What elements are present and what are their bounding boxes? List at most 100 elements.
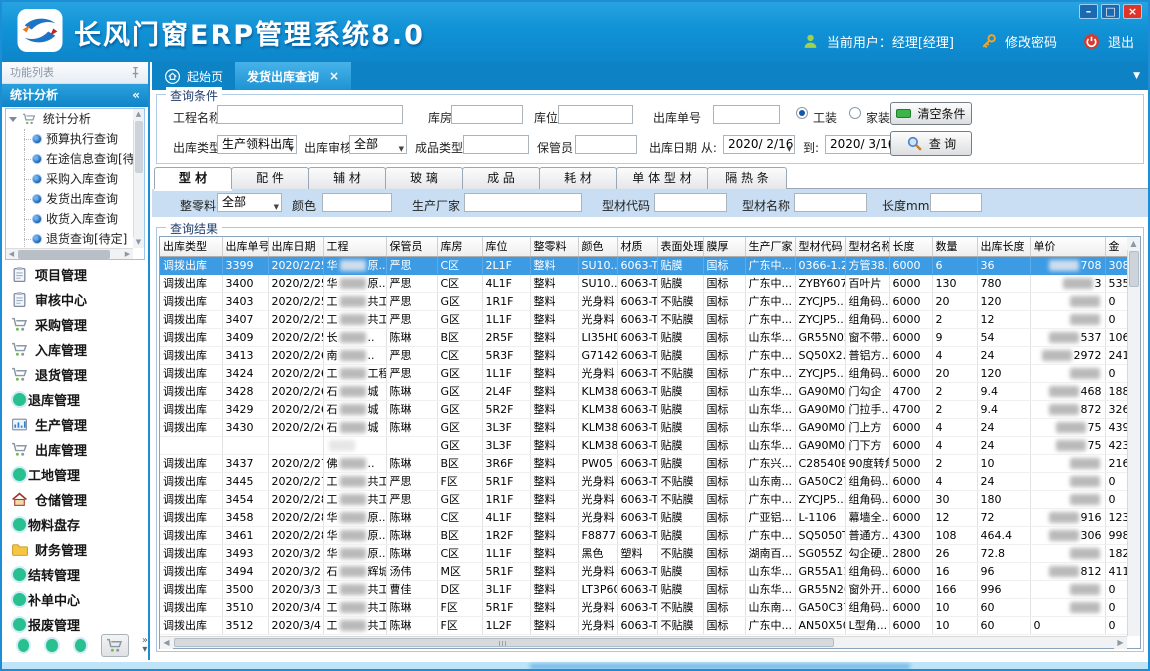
sidebar-group-退库管理[interactable]: 退库管理 <box>2 387 148 412</box>
column-header-膜厚[interactable]: 膜厚 <box>703 237 745 256</box>
module-dot-icon[interactable] <box>46 639 57 652</box>
tree-item-预算执行查询[interactable]: 预算执行查询 <box>6 129 144 149</box>
outbound-type-select[interactable]: 生产领料出库▼ <box>217 135 297 154</box>
radio-gongzhuang[interactable] <box>796 107 808 119</box>
table-row[interactable]: 调拨出库34132020/2/26南..严思C区5R3F整料G714226063… <box>160 346 1127 364</box>
table-row[interactable]: 调拨出库34372020/2/27佛..陈琳B区3R6F整料PW056063-T… <box>160 454 1127 472</box>
product-type-input[interactable] <box>463 135 529 154</box>
column-header-金[interactable]: 金 <box>1105 237 1127 256</box>
keeper-input[interactable] <box>575 135 637 154</box>
column-header-型材代码[interactable]: 型材代码 <box>795 237 845 256</box>
material-tab-单体型材[interactable]: 单 体 型 材 <box>616 167 708 189</box>
table-row[interactable]: 调拨出库34302020/2/26石城陈琳G区3L3F整料KLM38176063… <box>160 418 1127 436</box>
search-button[interactable]: 查 询 <box>890 131 972 156</box>
warehouse-input[interactable] <box>451 105 523 124</box>
sidebar-group-补单中心[interactable]: 补单中心 <box>2 587 148 612</box>
sidebar-group-审核中心[interactable]: 审核中心 <box>2 287 148 312</box>
outbound-no-input[interactable] <box>713 105 780 124</box>
column-header-材质[interactable]: 材质 <box>617 237 657 256</box>
material-tab-辅材[interactable]: 辅 材 <box>308 167 386 189</box>
material-tab-耗材[interactable]: 耗 材 <box>539 167 617 189</box>
table-row[interactable]: G区3L3F整料KLM38176063-T5贴膜国标山东华...GA90M09.… <box>160 436 1127 454</box>
sidebar-group-物料盘存[interactable]: 物料盘存 <box>2 512 148 537</box>
filter-input-颜色[interactable] <box>322 193 392 212</box>
column-header-表面处理[interactable]: 表面处理 <box>657 237 703 256</box>
column-header-生产厂家[interactable]: 生产厂家 <box>745 237 795 256</box>
filter-input-型材名称[interactable] <box>794 193 867 212</box>
pin-icon[interactable] <box>129 66 142 79</box>
tree-root[interactable]: 统计分析 <box>6 109 144 129</box>
filter-input-长度mm[interactable] <box>930 193 982 212</box>
sidebar-group-出库管理[interactable]: 出库管理 <box>2 437 148 462</box>
close-button[interactable]: × <box>1123 4 1142 19</box>
column-header-单价[interactable]: 单价 <box>1030 237 1105 256</box>
column-header-出库单号[interactable]: 出库单号 <box>222 237 268 256</box>
filter-select-整零料[interactable]: 全部▼ <box>217 193 282 212</box>
sidebar-group-采购管理[interactable]: 采购管理 <box>2 312 148 337</box>
radio-jiazhuang[interactable] <box>849 107 861 119</box>
filter-input-生产厂家[interactable] <box>464 193 582 212</box>
material-tab-配件[interactable]: 配 件 <box>231 167 309 189</box>
tab-list-caret-icon[interactable]: ▼ <box>1133 71 1140 81</box>
sidebar-group-生产管理[interactable]: 生产管理 <box>2 412 148 437</box>
tree-vertical-scrollbar[interactable]: ▲ ▼ <box>133 109 144 248</box>
table-row[interactable]: 调拨出库34542020/2/28工共工程严思G区1R1F整料光身料6063-T… <box>160 490 1127 508</box>
table-row[interactable]: 调拨出库33992020/2/25华原..严思C区2L1F整料SU10...60… <box>160 256 1127 274</box>
sidebar-group-仓储管理[interactable]: 仓储管理 <box>2 487 148 512</box>
tree-item-退货查询[待定][interactable]: 退货查询[待定] <box>6 229 144 249</box>
column-header-库位[interactable]: 库位 <box>482 237 530 256</box>
column-header-保管员[interactable]: 保管员 <box>386 237 437 256</box>
minimize-button[interactable]: – <box>1079 4 1098 19</box>
logout-link[interactable]: 退出 <box>1108 32 1134 51</box>
sidebar-group-工地管理[interactable]: 工地管理 <box>2 462 148 487</box>
outbound-audit-select[interactable]: 全部▼ <box>349 135 407 154</box>
tab-home[interactable]: 起始页 <box>152 62 235 90</box>
project-name-input[interactable] <box>217 105 403 124</box>
table-row[interactable]: 调拨出库34292020/2/26石城陈琳G区5R2F整料KLM38176063… <box>160 400 1127 418</box>
table-row[interactable]: 调拨出库34932020/3/2华原..陈琳C区1L1F整料黑色塑料不贴膜国标湖… <box>160 544 1127 562</box>
tab-close-icon[interactable]: × <box>329 69 339 83</box>
column-header-型材名称[interactable]: 型材名称 <box>845 237 889 256</box>
sidebar-group-入库管理[interactable]: 入库管理 <box>2 337 148 362</box>
column-header-库房[interactable]: 库房 <box>437 237 482 256</box>
module-dot-icon[interactable] <box>18 639 29 652</box>
material-tab-玻璃[interactable]: 玻 璃 <box>385 167 463 189</box>
material-tab-成品[interactable]: 成 品 <box>462 167 540 189</box>
column-header-出库类型[interactable]: 出库类型 <box>160 237 222 256</box>
sidebar-group-项目管理[interactable]: 项目管理 <box>2 262 148 287</box>
sidebar-group-财务管理[interactable]: 财务管理 <box>2 537 148 562</box>
column-header-工程[interactable]: 工程 <box>323 237 386 256</box>
column-header-长度[interactable]: 长度 <box>889 237 932 256</box>
overflow-chevron-icon[interactable]: »▾ <box>142 636 148 654</box>
material-tab-型材[interactable]: 型 材 <box>154 167 232 189</box>
material-tab-隔热条[interactable]: 隔 热 条 <box>707 167 787 189</box>
sidebar-group-退货管理[interactable]: 退货管理 <box>2 362 148 387</box>
grid-horizontal-scrollbar[interactable]: ◀ ▶ <box>160 636 1127 648</box>
table-row[interactable]: 调拨出库34032020/2/25工共工程严思G区1R1F整料光身料6063-T… <box>160 292 1127 310</box>
table-row[interactable]: 调拨出库34452020/2/27工共工程严思F区5R1F整料光身料6063-T… <box>160 472 1127 490</box>
table-row[interactable]: 调拨出库34072020/2/25工共工程严思G区1L1F整料光身料6063-T… <box>160 310 1127 328</box>
column-header-数量[interactable]: 数量 <box>932 237 977 256</box>
clear-conditions-button[interactable]: 清空条件 <box>890 102 972 125</box>
maximize-button[interactable]: □ <box>1101 4 1120 19</box>
column-header-出库长度[interactable]: 出库长度 <box>977 237 1030 256</box>
table-row[interactable]: 调拨出库35002020/3/3工共工程曹佳D区3L1F整料LT3P606063… <box>160 580 1127 598</box>
location-input[interactable] <box>558 105 633 124</box>
table-row[interactable]: 调拨出库34092020/2/25长..陈琳B区2R5F整料LI35HD6063… <box>160 328 1127 346</box>
tab-shipment-outbound-query[interactable]: 发货出库查询 × <box>235 62 351 90</box>
cart-module-button[interactable] <box>101 634 129 657</box>
expand-icon[interactable] <box>9 117 17 122</box>
column-header-颜色[interactable]: 颜色 <box>578 237 617 256</box>
collapse-icon[interactable]: « <box>132 84 140 107</box>
date-to-picker[interactable]: 2020/ 3/16▼ <box>825 135 897 154</box>
table-row[interactable]: 调拨出库34582020/2/28华原..陈琳C区4L1F整料光身料6063-T… <box>160 508 1127 526</box>
table-row[interactable]: 调拨出库34002020/2/25华原..严思C区4L1F整料SU10...60… <box>160 274 1127 292</box>
column-header-整零料[interactable]: 整零料 <box>530 237 578 256</box>
table-row[interactable]: 调拨出库34942020/3/2石辉城汤伟M区5R1F整料光身料6063-T5贴… <box>160 562 1127 580</box>
module-dot-icon[interactable] <box>75 639 86 652</box>
section-header[interactable]: 统计分析 « <box>2 84 148 107</box>
table-row[interactable]: 调拨出库35102020/3/4工共工程陈琳F区5R1F整料光身料6063-T5… <box>160 598 1127 616</box>
tree-horizontal-scrollbar[interactable]: ◀ ▶ <box>6 248 133 259</box>
tree-item-采购入库查询[interactable]: 采购入库查询 <box>6 169 144 189</box>
filter-input-型材代码[interactable] <box>654 193 727 212</box>
